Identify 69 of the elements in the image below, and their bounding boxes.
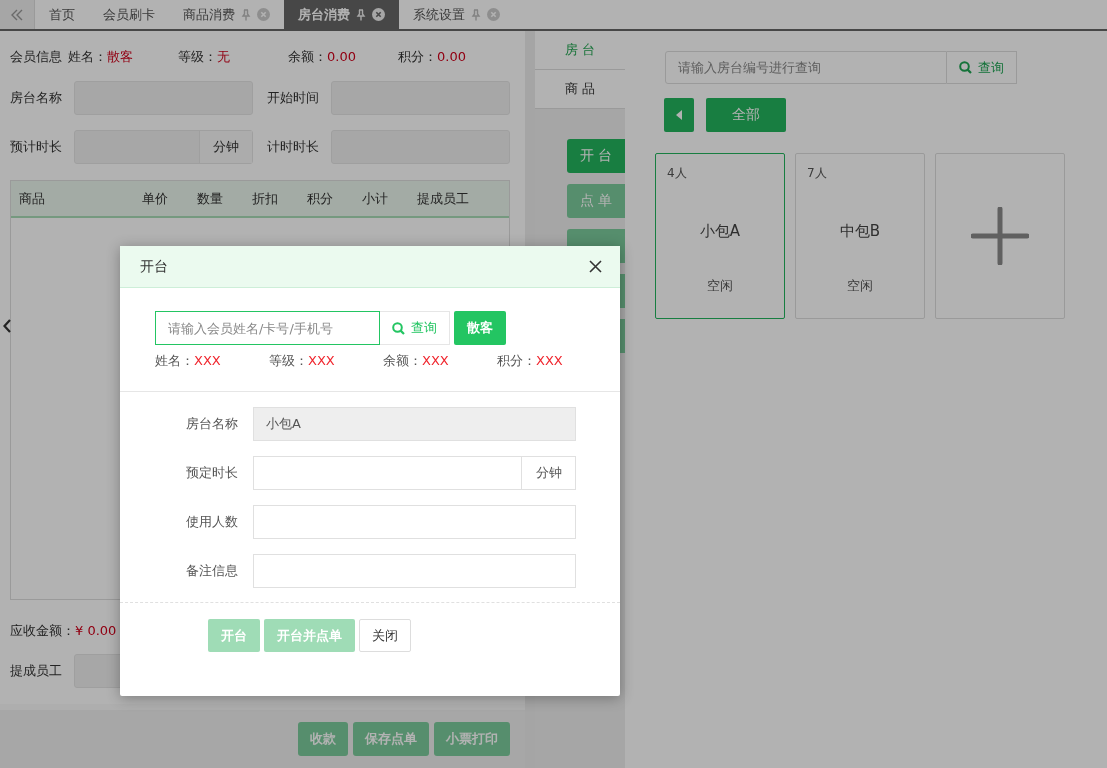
caret-left-icon xyxy=(676,110,682,120)
action-button[interactable]: 开 台 xyxy=(567,139,625,173)
input-field[interactable] xyxy=(253,554,576,588)
chevron-left-icon[interactable] xyxy=(3,319,11,333)
input-field[interactable]: 分钟 xyxy=(253,456,576,490)
field-label: 备注信息 xyxy=(185,562,238,580)
plus-icon xyxy=(971,207,1029,265)
member-info-text: 余额：0.00 xyxy=(288,48,357,66)
search-icon xyxy=(392,321,405,335)
double-chevron-left-icon xyxy=(10,8,24,21)
page-tab[interactable]: 会员刷卡 xyxy=(89,0,169,29)
add-room-card[interactable] xyxy=(935,153,1065,319)
field-label: 预定时长 xyxy=(185,464,238,482)
column-header: 折扣 xyxy=(252,189,279,208)
room-status: 空闲 xyxy=(847,277,873,295)
field-label: 开始时间 xyxy=(267,89,320,107)
room-card[interactable]: 4人 小包A 空闲 xyxy=(655,153,785,319)
member-info-text: 姓名：XXX xyxy=(155,352,222,370)
input-field[interactable] xyxy=(253,505,576,539)
column-header: 商品 xyxy=(19,189,46,208)
room-name: 中包B xyxy=(839,222,881,241)
member-info-text: 积分：XXX xyxy=(497,352,564,370)
back-button[interactable] xyxy=(664,98,694,132)
people-count: 4人 xyxy=(667,165,687,182)
unit-addon: 分钟 xyxy=(199,131,252,163)
dialog-button[interactable]: 关闭 xyxy=(359,619,411,652)
close-icon[interactable] xyxy=(589,260,602,273)
member-info-text: 积分：0.00 xyxy=(398,48,467,66)
dialog-title: 开台 xyxy=(140,257,168,276)
field-label: 使用人数 xyxy=(185,513,238,531)
field-label: 房台名称 xyxy=(185,415,238,433)
field-label: 计时时长 xyxy=(267,138,320,156)
side-tab[interactable]: 房 台 xyxy=(535,31,625,70)
member-info-text: 姓名：散客 xyxy=(68,48,134,66)
room-status: 空闲 xyxy=(707,277,733,295)
page-tab[interactable]: 首页 xyxy=(35,0,89,29)
guest-button[interactable]: 散客 xyxy=(454,311,506,345)
search-icon xyxy=(959,61,972,74)
pin-icon[interactable] xyxy=(471,8,481,21)
room-search-field[interactable]: 请输入房台编号进行查询 xyxy=(665,51,947,84)
room-card[interactable]: 7人 中包B 空闲 xyxy=(795,153,925,319)
page-tab[interactable]: 系统设置 xyxy=(399,0,514,29)
amount-due-label: 应收金额： xyxy=(10,623,75,638)
field-label: 预计时长 xyxy=(10,138,63,156)
member-info-text: 余额：XXX xyxy=(383,352,450,370)
column-header: 积分 xyxy=(307,189,334,208)
page-tab[interactable]: 商品消费 xyxy=(169,0,284,29)
field-label: 房台名称 xyxy=(10,89,63,107)
pin-icon[interactable] xyxy=(241,8,251,21)
input-field: 小包A xyxy=(253,407,576,441)
search-button[interactable]: 查询 xyxy=(380,311,450,345)
amount-due-value: ¥ 0.00 xyxy=(75,623,117,638)
member-info-label: 会员信息 xyxy=(10,48,62,66)
column-header: 单价 xyxy=(142,189,169,208)
filter-button[interactable]: 全部 xyxy=(706,98,786,132)
people-count: 7人 xyxy=(807,165,827,182)
collapse-tabs-button[interactable] xyxy=(0,0,35,29)
column-header: 小计 xyxy=(362,189,389,208)
member-info-text: 等级：无 xyxy=(178,48,231,66)
room-name: 小包A xyxy=(699,222,741,241)
column-header: 数量 xyxy=(197,189,224,208)
member-search-field[interactable]: 请输入会员姓名/卡号/手机号 xyxy=(155,311,380,345)
member-info-text: 等级：XXX xyxy=(269,352,336,370)
column-header: 提成员工 xyxy=(417,189,470,208)
input-field[interactable]: 分钟 xyxy=(74,130,253,164)
search-button[interactable]: 查询 xyxy=(947,51,1017,84)
unit-addon: 分钟 xyxy=(521,457,575,489)
side-tab[interactable]: 商 品 xyxy=(535,70,625,109)
field-label: 提成员工 xyxy=(10,662,63,680)
